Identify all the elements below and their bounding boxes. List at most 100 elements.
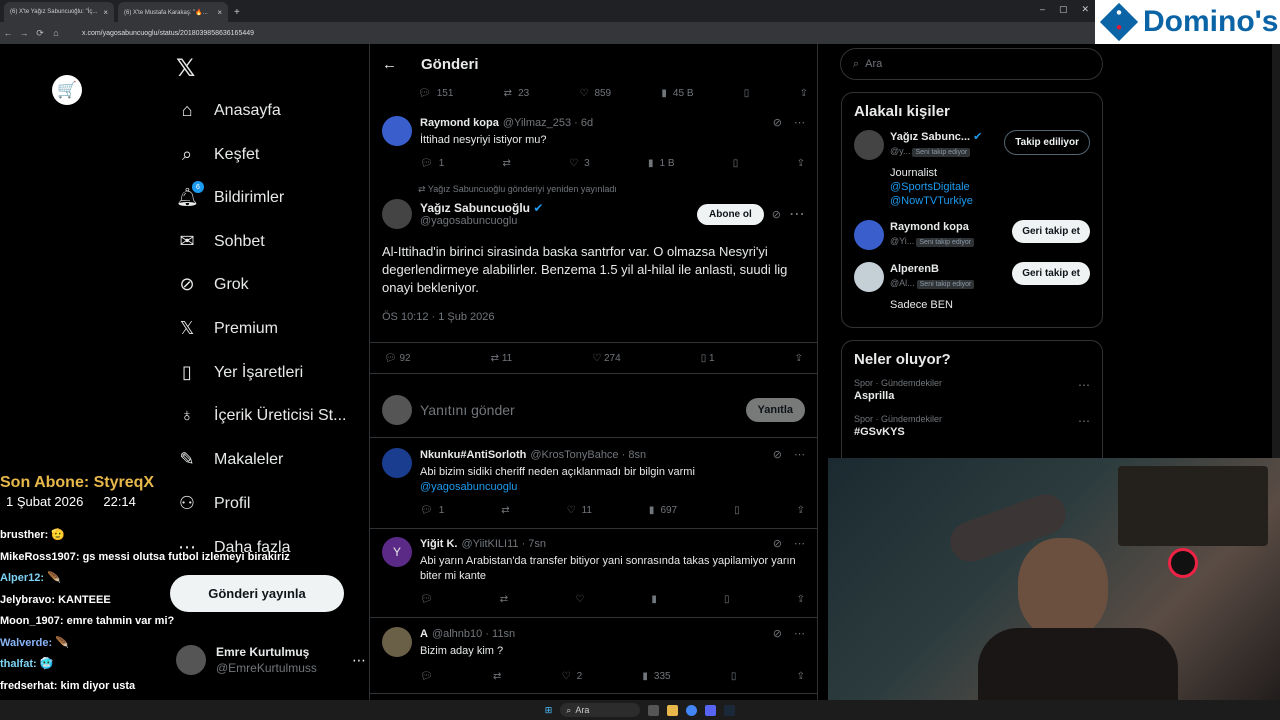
reply-button[interactable]: 💬︎ 92 — [384, 353, 411, 364]
person-name[interactable]: Raymond kopa — [890, 220, 1006, 234]
search-box[interactable]: ⌕ Ara — [840, 48, 1103, 80]
views-count[interactable]: ▮ 335 — [642, 671, 670, 682]
bookmark-icon[interactable]: ▯ — [744, 88, 750, 99]
bookmark-icon[interactable]: ▯ — [734, 505, 740, 516]
person-row[interactable]: AlperenB @Al... Seni takip ediyor Sadece … — [854, 262, 1090, 312]
maximize-icon[interactable]: ▢ — [1059, 4, 1068, 15]
sidebar-item-home[interactable]: ⌂ Anasayfa — [176, 100, 281, 121]
tweet-timestamp[interactable]: ÖS 10:12 · 1 Şub 2026 — [382, 311, 805, 323]
avatar[interactable] — [382, 199, 412, 229]
views-count[interactable]: ▮ 45 B — [661, 88, 693, 99]
repost-button[interactable]: ⇄ — [493, 671, 501, 682]
windows-start-icon[interactable]: ⊞ — [545, 705, 553, 716]
url-field[interactable]: x.com/yagosabuncuoglu/status/20180398586… — [82, 30, 254, 37]
repost-button[interactable]: ⇄ 23 — [504, 88, 530, 99]
minimize-icon[interactable]: – — [1040, 4, 1045, 15]
share-icon[interactable]: ⇪ — [797, 671, 805, 682]
more-icon[interactable]: ⋯ — [789, 204, 805, 224]
like-button[interactable]: ♡ 3 — [569, 158, 590, 169]
share-icon[interactable]: ⇪ — [800, 88, 808, 99]
tab-1[interactable]: (6) X'te Yağız Sabuncuoğlu: "İç... × — [4, 2, 114, 22]
views-count[interactable]: ▮ — [651, 594, 657, 605]
more-icon[interactable]: ⋯ — [794, 448, 805, 461]
taskbar-search[interactable]: ⌕ Ara — [560, 703, 641, 717]
more-icon[interactable]: ⋯ — [794, 116, 805, 129]
bookmark-icon[interactable]: ▯ — [724, 594, 730, 605]
grok-icon[interactable]: ⊘ — [773, 537, 782, 550]
person-row[interactable]: Raymond kopa @Yi... Seni takip ediyor Ger… — [854, 220, 1090, 250]
search-input[interactable]: Ara — [865, 58, 882, 70]
close-window-icon[interactable]: ✕ — [1082, 4, 1090, 15]
following-button[interactable]: Takip ediliyor — [1004, 130, 1090, 155]
close-tab-icon[interactable]: × — [217, 8, 222, 17]
more-icon[interactable]: ⋯ — [1078, 414, 1090, 428]
more-icon[interactable]: ⋯ — [794, 537, 805, 550]
home-nav-icon[interactable]: ⌂ — [48, 28, 64, 38]
bio-links[interactable]: @SportsDigitale @NowTVTurkiye — [890, 181, 973, 207]
author-name[interactable]: Nkunku#AntiSorloth — [420, 449, 526, 461]
back-icon[interactable]: ← — [0, 28, 16, 38]
reply-button[interactable]: 💬︎ 1 — [420, 505, 444, 516]
follow-back-button[interactable]: Geri takip et — [1012, 220, 1090, 243]
share-icon[interactable]: ⇪ — [797, 158, 805, 169]
author-name[interactable]: Yiğit K. — [420, 538, 457, 550]
author-name[interactable]: A — [420, 628, 428, 640]
sidebar-item-explore[interactable]: ⌕ Keşfet — [176, 144, 259, 165]
grok-icon[interactable]: ⊘ — [772, 208, 781, 221]
x-logo-icon[interactable]: 𝕏 — [176, 54, 195, 83]
reply-button[interactable]: 💬︎ 1 — [420, 158, 444, 169]
reply-button[interactable]: 💬︎ 151 — [418, 88, 453, 99]
repost-button[interactable]: ⇄ 11 — [491, 353, 513, 364]
share-icon[interactable]: ⇪ — [797, 505, 805, 516]
author-name[interactable]: Raymond kopa — [420, 117, 499, 129]
forward-icon[interactable]: → — [16, 28, 32, 38]
mention-link[interactable]: @yagosabuncuoglu — [420, 480, 805, 495]
bookmark-button[interactable]: ▯ 1 — [701, 353, 715, 364]
person-row[interactable]: Yağız Sabunc... ✔ @y... Seni takip ediyor… — [854, 130, 1090, 208]
reply-input[interactable]: Yanıtını gönder — [420, 402, 515, 418]
sidebar-item-notifications[interactable]: 🔔︎ 6 Bildirimler — [176, 181, 284, 208]
views-count[interactable]: ▮ 697 — [649, 505, 677, 516]
bookmark-icon[interactable]: ▯ — [731, 671, 737, 682]
trend-item[interactable]: Spor · Gündemdekiler #GSvKYS ⋯ — [854, 414, 1090, 438]
grok-icon[interactable]: ⊘ — [773, 448, 782, 461]
bookmark-icon[interactable]: ▯ — [733, 158, 739, 169]
share-icon[interactable]: ⇪ — [795, 353, 803, 364]
steam-icon[interactable] — [724, 704, 736, 716]
repost-button[interactable]: ⇄ — [503, 158, 511, 169]
like-button[interactable]: ♡ 11 — [567, 505, 592, 516]
reply-submit-button[interactable]: Yanıtla — [745, 397, 805, 422]
close-tab-icon[interactable]: × — [103, 8, 108, 17]
follow-back-button[interactable]: Geri takip et — [1012, 262, 1090, 285]
repost-button[interactable]: ⇄ — [500, 594, 508, 605]
more-icon[interactable]: ⋯ — [1078, 378, 1090, 392]
sidebar-item-grok[interactable]: ⊘ Grok — [176, 274, 248, 295]
sidebar-item-bookmarks[interactable]: ▯ Yer İşaretleri — [176, 362, 303, 383]
reply-tweet[interactable]: Raymond kopa @Yilmaz_253 · 6d ⊘ ⋯ İttihad… — [370, 116, 817, 184]
reply-tweet[interactable]: Y Yiğit K. @YiitKILI11 · 7sn ⊘ ⋯ Abi yarı… — [370, 529, 817, 618]
share-icon[interactable]: ⇪ — [797, 594, 805, 605]
tab-2[interactable]: (6) X'te Mustafa Karakaş: "🔥... × — [118, 2, 228, 22]
grok-icon[interactable]: ⊘ — [773, 116, 782, 129]
sidebar-item-creator-studio[interactable]: ♁ İçerik Üreticisi St... — [176, 405, 346, 426]
scrollbar[interactable] — [1272, 44, 1280, 458]
views-count[interactable]: ▮ 1 B — [648, 158, 675, 169]
sidebar-item-premium[interactable]: 𝕏 Premium — [176, 318, 278, 339]
reload-icon[interactable]: ⟳ — [32, 28, 48, 39]
repost-button[interactable]: ⇄ — [501, 505, 509, 516]
like-button[interactable]: ♡ 859 — [579, 88, 611, 99]
like-button[interactable]: ♡ 274 — [592, 353, 620, 364]
new-tab-icon[interactable]: + — [234, 2, 240, 22]
grok-icon[interactable]: ⊘ — [773, 627, 782, 640]
subscribe-button[interactable]: Abone ol — [697, 203, 764, 225]
person-name[interactable]: AlperenB — [890, 262, 1006, 276]
reply-button[interactable]: 💬︎ — [420, 594, 433, 605]
sidebar-item-articles[interactable]: ✎ Makaleler — [176, 449, 283, 470]
chrome-icon[interactable] — [686, 704, 698, 716]
folder-icon[interactable] — [667, 704, 679, 716]
trend-item[interactable]: Spor · Gündemdekiler Asprilla ⋯ — [854, 378, 1090, 402]
reply-tweet[interactable]: Nkunku#AntiSorloth @KrosTonyBahce · 8sn … — [370, 440, 817, 529]
like-button[interactable]: ♡ — [575, 594, 584, 605]
person-name[interactable]: Yağız Sabunc... — [890, 131, 970, 143]
sidebar-item-profile[interactable]: ⚇ Profil — [176, 493, 251, 514]
